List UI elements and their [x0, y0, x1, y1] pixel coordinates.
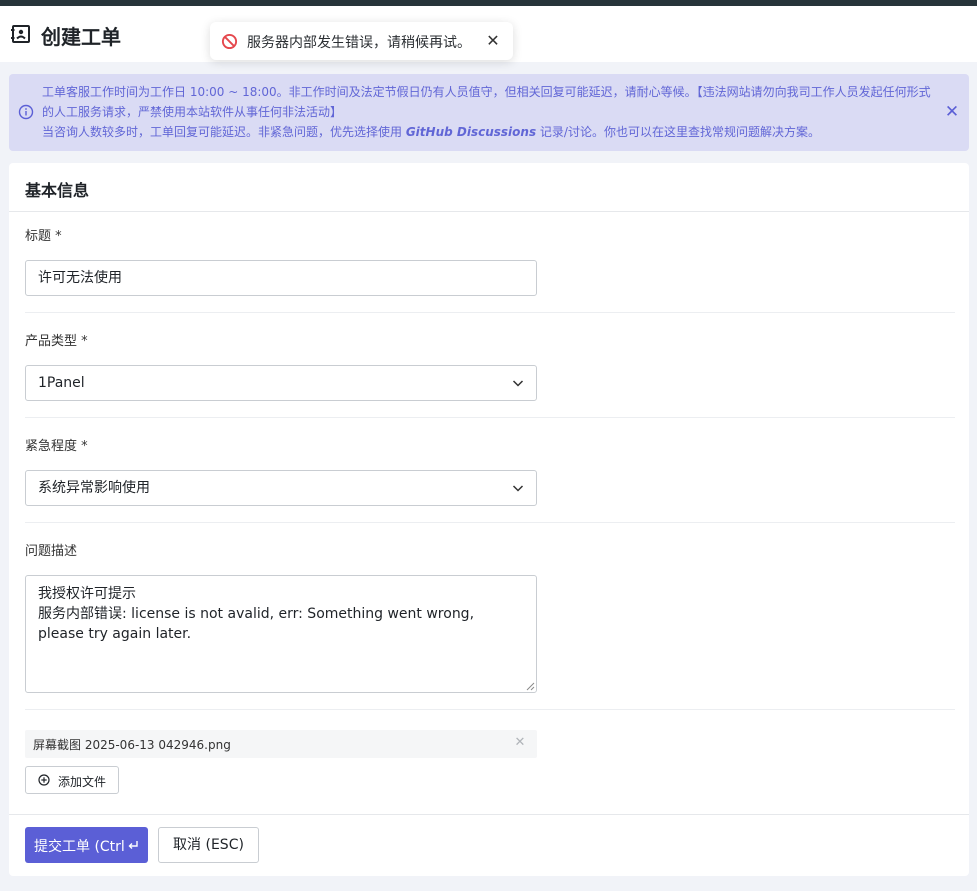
basic-info-card: 基本信息 标题 * 许可无法使用 产品类型 * 1Panel 紧急程度 * 系统…: [9, 163, 969, 876]
attachment-name: 屏幕截图 2025-06-13 042946.png: [33, 738, 231, 752]
description-textarea[interactable]: 我授权许可提示 服务内部错误: license is not avalid, e…: [25, 575, 537, 693]
product-type-select[interactable]: 1Panel: [25, 365, 537, 401]
chevron-down-icon: [512, 485, 524, 492]
add-file-button[interactable]: 添加文件: [25, 766, 119, 794]
divider: [25, 522, 955, 523]
title-input[interactable]: 许可无法使用: [25, 260, 537, 296]
product-type-label: 产品类型 *: [25, 334, 88, 349]
add-file-label: 添加文件: [58, 775, 107, 789]
error-toast: 服务器内部发生错误，请稍候再试。 ✕: [210, 22, 513, 60]
remove-attachment-button[interactable]: ✕: [513, 735, 527, 751]
submit-label: 提交工单 (Ctrl: [34, 839, 125, 855]
divider: [9, 211, 969, 212]
description-label: 问题描述: [25, 544, 78, 559]
resize-handle-icon[interactable]: [526, 682, 535, 691]
chevron-down-icon: [512, 380, 524, 387]
toast-close-button[interactable]: ✕: [483, 31, 503, 51]
urgency-value: 系统异常影响使用: [38, 480, 150, 496]
title-label: 标题 *: [25, 229, 62, 244]
divider: [25, 312, 955, 313]
urgency-select[interactable]: 系统异常影响使用: [25, 470, 537, 506]
product-type-value: 1Panel: [38, 375, 85, 391]
plus-circle-icon: [38, 774, 50, 786]
notice-line-2-text: 当咨询人数较多时，工单回复可能延迟。非紧急问题，优先选择使用: [42, 125, 406, 139]
enter-key-icon: [128, 841, 138, 849]
divider: [25, 709, 955, 710]
notice-line-1: 工单客服工作时间为工作日 10:00 ~ 18:00。非工作时间及法定节假日仍有…: [42, 85, 931, 119]
notice-close-button[interactable]: ✕: [942, 102, 962, 122]
cancel-button[interactable]: 取消 (ESC): [158, 827, 259, 863]
section-title: 基本信息: [25, 181, 90, 200]
urgency-label: 紧急程度 *: [25, 439, 88, 454]
notice-line-2: 当咨询人数较多时，工单回复可能延迟。非紧急问题，优先选择使用 GitHub Di…: [42, 122, 932, 142]
notice-text: 工单客服工作时间为工作日 10:00 ~ 18:00。非工作时间及法定节假日仍有…: [42, 82, 932, 142]
submit-ticket-button[interactable]: 提交工单 (Ctrl: [25, 827, 148, 863]
page-title: 创建工单: [41, 25, 121, 49]
info-notice: 工单客服工作时间为工作日 10:00 ~ 18:00。非工作时间及法定节假日仍有…: [9, 74, 969, 151]
toast-message: 服务器内部发生错误，请稍候再试。: [247, 35, 471, 51]
prohibited-icon: [221, 33, 238, 50]
description-line: 我授权许可提示: [38, 586, 136, 602]
description-line: 服务内部错误: license is not avalid, err: Some…: [38, 606, 475, 642]
github-discussions-link[interactable]: GitHub Discussions: [406, 125, 536, 139]
divider: [25, 417, 955, 418]
notice-line-2-tail: 记录/讨论。你也可以在这里查找常规问题解决方案。: [536, 125, 820, 139]
contact-card-icon: [11, 25, 30, 43]
attachment-item: 屏幕截图 2025-06-13 042946.png ✕: [25, 730, 537, 758]
info-icon: [18, 104, 34, 120]
divider: [9, 814, 969, 815]
